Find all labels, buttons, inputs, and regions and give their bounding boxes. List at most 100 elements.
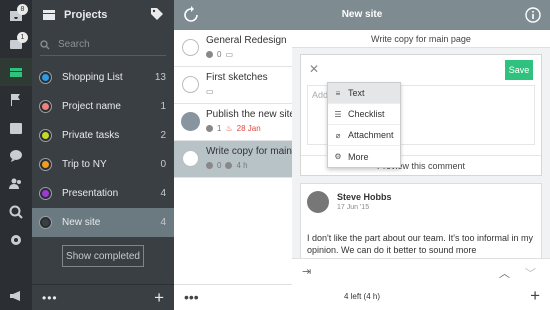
task-title: General Redesign: [206, 35, 287, 46]
task-detail-panel: Write copy for main page ✕ Add Save Prev…: [292, 30, 550, 284]
project-count: 4: [160, 217, 166, 228]
project-label: Shopping List: [62, 72, 123, 83]
comment-card: Steve Hobbs 17 Jun '15 I don't like the …: [300, 183, 542, 263]
task-checkbox[interactable]: [182, 150, 199, 167]
detail-title: Write copy for main page: [292, 30, 550, 48]
task-title: Publish the new site: [206, 109, 295, 120]
dropdown-item-attachment[interactable]: ⌀ Attachment: [328, 125, 400, 146]
comment-count-icon: [206, 125, 213, 132]
comment-composer: ✕ Add Save Preview this comment ≡ Text ☰…: [300, 54, 542, 176]
task-meta: ▭: [206, 87, 214, 96]
project-item-selected[interactable]: New site 4: [32, 208, 174, 237]
task-title: Write copy for main pa: [206, 146, 306, 157]
comment-text: I don't like the part about our team. It…: [307, 233, 534, 255]
text-icon: ≡: [335, 88, 341, 98]
checklist-icon: ☰: [334, 109, 342, 119]
assigned-icon[interactable]: 1: [0, 30, 32, 58]
detail-footer: ⇥ ︿ ﹀: [292, 258, 550, 284]
task-list: General Redesign 0 ▭ First sketches ▭ Pu…: [174, 30, 306, 284]
project-item[interactable]: Project name 1: [32, 92, 174, 121]
comments-icon[interactable]: [0, 142, 32, 170]
task-row[interactable]: Publish the new site 1 ♨ 28 Jan: [174, 104, 295, 141]
collapse-panel-icon[interactable]: ⇥: [302, 265, 311, 278]
comment-count: 0: [217, 161, 222, 170]
more-icon[interactable]: •••: [42, 291, 58, 305]
project-color-dot: [40, 130, 51, 141]
project-count: 2: [160, 130, 166, 141]
task-checkbox[interactable]: [182, 76, 199, 93]
inbox-icon[interactable]: 8: [0, 2, 32, 30]
inbox-badge: 8: [17, 4, 28, 15]
task-row[interactable]: First sketches ▭: [174, 67, 292, 104]
dropdown-item-text[interactable]: ≡ Text: [328, 83, 400, 104]
projects-footer: ••• +: [32, 284, 174, 310]
chevron-down-icon[interactable]: ﹀: [525, 265, 536, 281]
comment-count-icon: [206, 51, 213, 58]
comment-type-dropdown: ≡ Text ☰ Checklist ⌀ Attachment ⚙ More: [327, 82, 401, 168]
project-item[interactable]: Private tasks 2: [32, 121, 174, 150]
task-meta: 0 4 h: [206, 161, 248, 170]
time-estimate: 4 h: [236, 161, 248, 170]
projects-header-icon: [43, 10, 55, 20]
search-input[interactable]: Search: [58, 39, 90, 50]
monitor-icon: ▭: [225, 50, 234, 59]
monitor-icon: ▭: [206, 87, 214, 96]
dropdown-label: More: [348, 151, 369, 162]
calendar-icon[interactable]: [0, 114, 32, 142]
dropdown-label: Attachment: [348, 130, 394, 140]
project-label: Project name: [62, 101, 121, 112]
task-row[interactable]: General Redesign 0 ▭: [174, 30, 292, 67]
tag-icon[interactable]: [150, 7, 164, 21]
projects-panel: Projects Search Shopping List 13 Project…: [32, 0, 174, 310]
project-item[interactable]: Shopping List 13: [32, 63, 174, 92]
settings-icon[interactable]: [0, 226, 32, 254]
project-item[interactable]: Trip to NY 0: [32, 150, 174, 179]
project-count: 4: [160, 188, 166, 199]
task-meta: 0 ▭: [206, 50, 233, 59]
projects-icon[interactable]: [0, 58, 32, 86]
task-title: First sketches: [206, 72, 268, 83]
show-completed-button[interactable]: Show completed: [62, 245, 144, 267]
project-color-dot: [40, 72, 51, 83]
project-label: Private tasks: [62, 130, 120, 141]
dropdown-item-more[interactable]: ⚙ More: [328, 146, 400, 167]
comment-count: 0: [217, 50, 222, 59]
info-icon[interactable]: [524, 6, 542, 24]
flag-icon[interactable]: [0, 86, 32, 114]
gear-icon: ⚙: [334, 152, 342, 161]
comment-date: 17 Jun '15: [337, 204, 370, 211]
clock-icon: [225, 162, 233, 169]
project-label: Trip to NY: [62, 159, 107, 170]
project-label: Presentation: [62, 188, 119, 199]
project-color-dot: [40, 101, 51, 112]
comment-count-icon: [206, 162, 213, 169]
attachment-icon: ⌀: [335, 130, 341, 140]
assigned-badge: 1: [17, 32, 28, 43]
add-task-button[interactable]: +: [530, 286, 540, 306]
save-button[interactable]: Save: [505, 60, 533, 80]
dropdown-label: Text: [348, 88, 365, 98]
add-project-button[interactable]: +: [154, 288, 164, 308]
due-date: 28 Jan: [236, 124, 261, 133]
chevron-up-icon[interactable]: ︿: [499, 265, 510, 281]
comment-author: Steve Hobbs: [337, 192, 392, 202]
close-icon[interactable]: ✕: [309, 62, 319, 76]
project-label: New site: [62, 217, 101, 228]
project-search[interactable]: Search: [40, 34, 166, 56]
task-row-selected[interactable]: Write copy for main pa 0 4 h: [174, 141, 306, 178]
project-item[interactable]: Presentation 4: [32, 179, 174, 208]
project-count: 13: [154, 72, 166, 83]
task-checkbox[interactable]: [182, 39, 199, 56]
project-list: Shopping List 13 Project name 1 Private …: [32, 63, 174, 237]
team-icon[interactable]: [0, 170, 32, 198]
more-icon[interactable]: •••: [184, 289, 199, 305]
dropdown-item-checklist[interactable]: ☰ Checklist: [328, 104, 400, 125]
projects-header: Projects: [32, 0, 174, 30]
project-color-dot: [40, 159, 51, 170]
project-color-dot: [40, 217, 51, 228]
nav-rail: 8 1: [0, 0, 32, 310]
page-title: New site: [341, 9, 383, 20]
megaphone-icon[interactable]: [0, 282, 32, 310]
project-color-dot: [40, 188, 51, 199]
search-icon[interactable]: [0, 198, 32, 226]
